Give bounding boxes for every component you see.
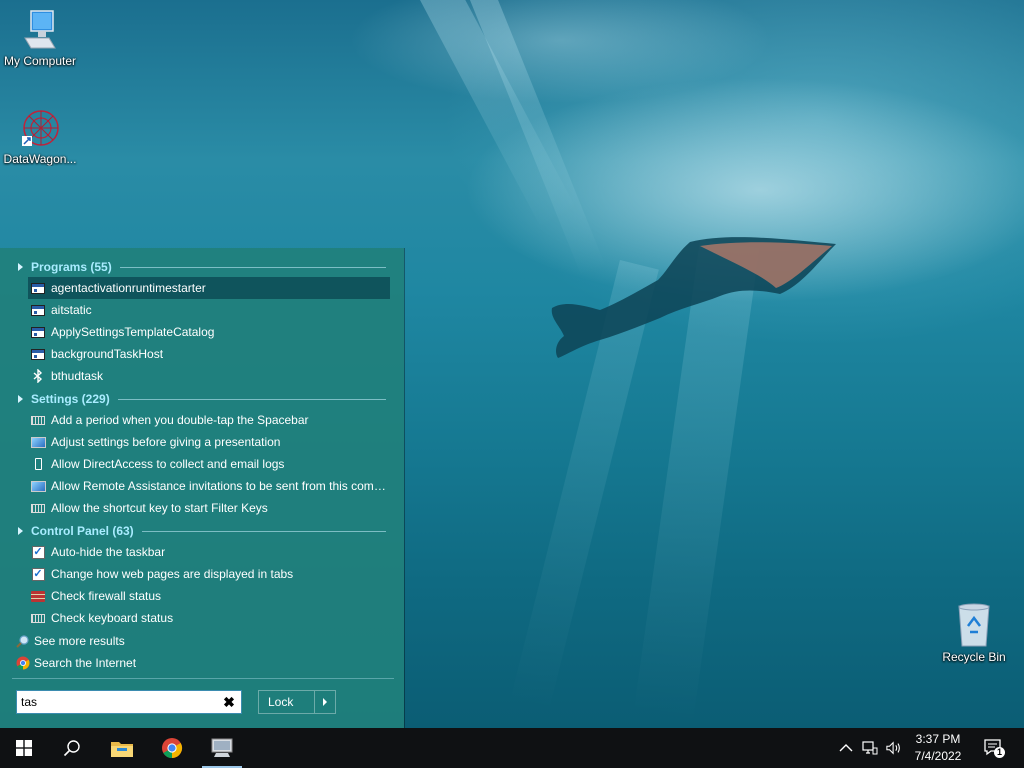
action-center-icon[interactable]: 1 (984, 738, 1005, 758)
result-label: Allow the shortcut key to start Filter K… (51, 501, 268, 515)
result-item[interactable]: Check keyboard status (28, 607, 390, 629)
divider (12, 678, 394, 679)
network-icon[interactable] (862, 740, 878, 756)
phone-icon (30, 456, 46, 472)
taskbar: 3:37 PM 7/4/2022 1 (0, 728, 1024, 768)
power-options-arrow-icon[interactable] (314, 691, 335, 713)
result-item[interactable]: Allow Remote Assistance invitations to b… (28, 475, 390, 497)
result-label: Check keyboard status (51, 611, 174, 625)
result-item[interactable]: Allow the shortcut key to start Filter K… (28, 497, 390, 519)
result-label: Adjust settings before giving a presenta… (51, 435, 281, 449)
clock[interactable]: 3:37 PM 7/4/2022 (906, 731, 970, 765)
see-more-label: See more results (34, 634, 125, 648)
result-item[interactable]: agentactivationruntimestarter (28, 277, 390, 299)
result-label: backgroundTaskHost (51, 347, 164, 361)
taskbar-chrome[interactable] (148, 728, 196, 768)
app-window-icon (30, 346, 46, 362)
expand-arrow-icon (18, 527, 23, 535)
result-item[interactable]: aitstatic (28, 299, 390, 321)
expand-arrow-icon (18, 395, 23, 403)
taskbar-search-button[interactable] (48, 728, 96, 768)
computer-app-icon (211, 738, 233, 757)
result-item[interactable]: Add a period when you double-tap the Spa… (28, 409, 390, 431)
search-internet-link[interactable]: Search the Internet (16, 653, 136, 673)
volume-icon[interactable] (886, 740, 902, 756)
result-label: Check firewall status (51, 589, 162, 603)
result-item[interactable]: ✓ Change how web pages are displayed in … (28, 563, 390, 585)
start-menu: Programs (55) agentactivationruntimestar… (0, 248, 404, 728)
divider (119, 266, 386, 268)
app-window-icon (30, 324, 46, 340)
diver-image (551, 237, 836, 358)
keyboard-icon (30, 500, 46, 516)
checkbox-icon: ✓ (31, 545, 45, 559)
result-label: Change how web pages are displayed in ta… (51, 567, 294, 581)
result-item[interactable]: backgroundTaskHost (28, 343, 390, 365)
show-hidden-icons-chevron-icon[interactable] (838, 740, 854, 756)
app-window-icon (30, 280, 46, 296)
magnifier-icon (16, 634, 30, 648)
keyboard-icon (30, 610, 46, 626)
datawagon-icon (22, 110, 59, 146)
app-window-icon (30, 302, 46, 318)
result-item[interactable]: Adjust settings before giving a presenta… (28, 431, 390, 453)
lock-button[interactable]: Lock (259, 691, 314, 713)
expand-arrow-icon (18, 263, 23, 271)
search-input[interactable] (21, 692, 211, 712)
notification-count-badge: 1 (994, 747, 1005, 758)
result-item[interactable]: Allow DirectAccess to collect and email … (28, 453, 390, 475)
presentation-icon (30, 434, 46, 450)
result-label: Auto-hide the taskbar (51, 545, 166, 559)
search-icon (63, 740, 80, 757)
bluetooth-icon (30, 368, 46, 384)
chrome-icon (16, 656, 30, 670)
group-title: Programs (55) (31, 260, 112, 274)
desktop-icon-datawagon[interactable]: DataWagon... (0, 106, 80, 166)
result-item[interactable]: bthudtask (28, 365, 390, 387)
taskbar-active-app[interactable] (198, 728, 246, 768)
result-item[interactable]: ✓ Auto-hide the taskbar (28, 541, 390, 563)
clear-search-icon[interactable]: ✖ (221, 694, 237, 710)
desktop-icon-my-computer[interactable]: My Computer (0, 8, 80, 68)
result-item[interactable]: ApplySettingsTemplateCatalog (28, 321, 390, 343)
desktop-icon-label: My Computer (3, 54, 77, 68)
checkbox-icon: ✓ (31, 567, 45, 581)
taskbar-file-explorer[interactable] (98, 728, 146, 768)
divider (141, 530, 386, 532)
keyboard-icon (30, 412, 46, 428)
search-internet-label: Search the Internet (34, 656, 137, 670)
divider (117, 398, 386, 400)
chrome-icon (162, 738, 183, 759)
group-header-programs[interactable]: Programs (55) (14, 256, 386, 278)
computer-icon (24, 10, 56, 49)
search-box[interactable]: ✖ (16, 690, 242, 714)
result-label: agentactivationruntimestarter (51, 281, 206, 295)
result-label: Allow Remote Assistance invitations to b… (51, 479, 390, 493)
windows-start-icon (16, 740, 32, 756)
desktop-icon-recycle-bin[interactable]: Recycle Bin (934, 602, 1014, 664)
result-label: bthudtask (51, 369, 104, 383)
result-label: Add a period when you double-tap the Spa… (51, 413, 309, 427)
group-header-settings[interactable]: Settings (229) (14, 388, 386, 410)
group-header-control-panel[interactable]: Control Panel (63) (14, 520, 386, 542)
see-more-results-link[interactable]: See more results (16, 631, 125, 651)
remote-assistance-icon (30, 478, 46, 494)
clock-time: 3:37 PM (915, 732, 961, 746)
desktop-icon-label: DataWagon... (3, 152, 77, 166)
lock-button-group: Lock (258, 690, 336, 714)
result-label: aitstatic (51, 303, 92, 317)
group-title: Control Panel (63) (31, 524, 134, 538)
result-item[interactable]: Check firewall status (28, 585, 390, 607)
group-title: Settings (229) (31, 392, 110, 406)
start-button[interactable] (0, 728, 48, 768)
recycle-bin-icon (958, 603, 990, 647)
file-explorer-icon (111, 742, 133, 757)
firewall-icon (30, 588, 46, 604)
clock-date: 7/4/2022 (914, 749, 962, 763)
result-label: Allow DirectAccess to collect and email … (51, 457, 285, 471)
result-label: ApplySettingsTemplateCatalog (51, 325, 215, 339)
desktop-icon-label: Recycle Bin (942, 650, 1006, 664)
